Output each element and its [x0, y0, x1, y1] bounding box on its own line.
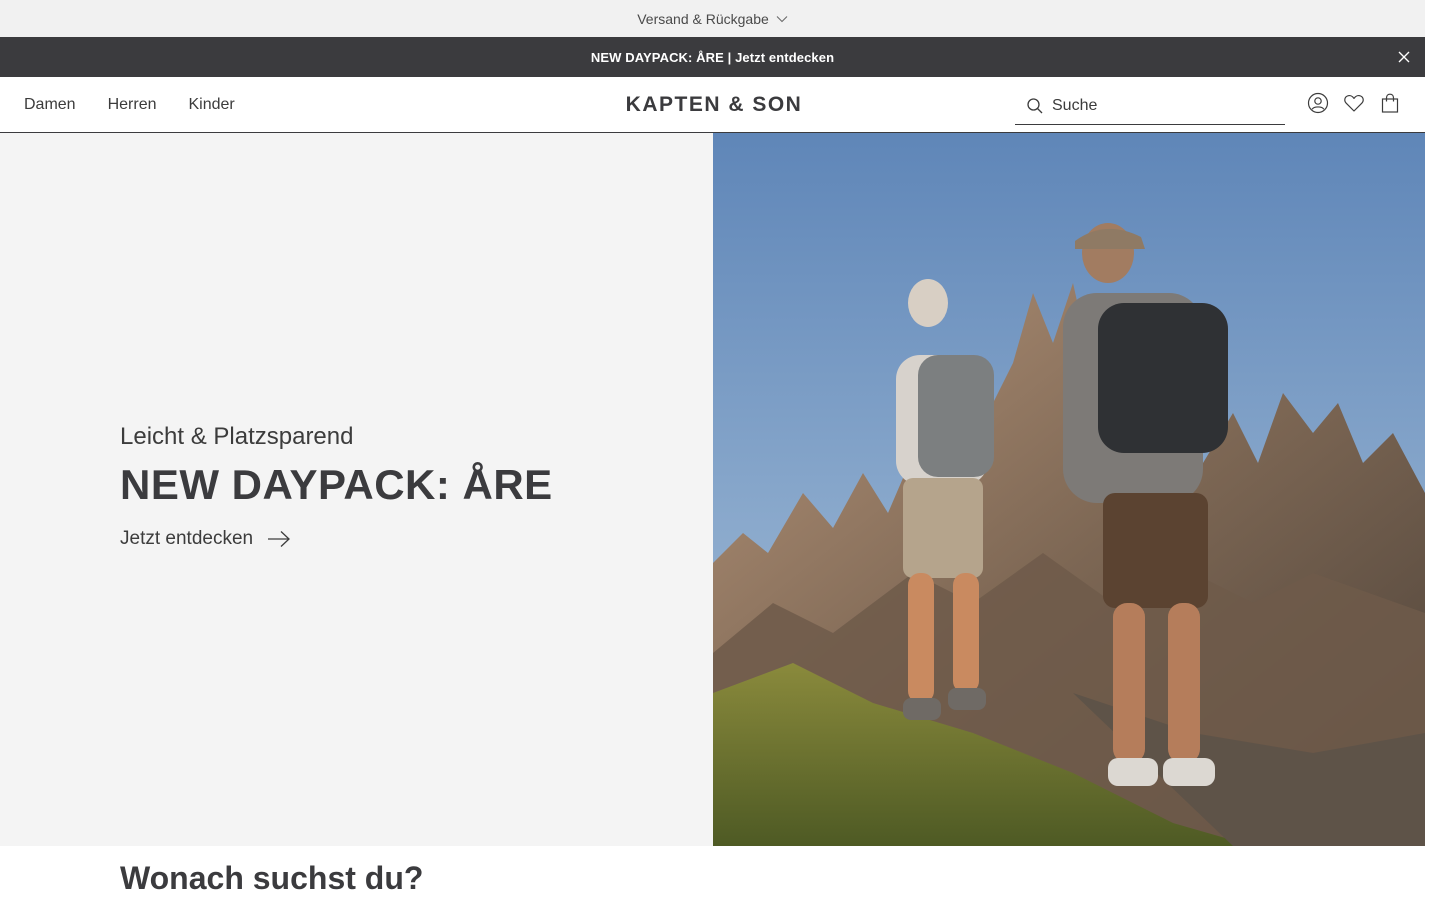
- top-utility-bar: Versand & Rückgabe: [0, 0, 1425, 37]
- wishlist-heart-icon: [1344, 95, 1364, 112]
- nav-item-herren[interactable]: Herren: [108, 96, 157, 114]
- nav-item-kinder[interactable]: Kinder: [188, 96, 234, 114]
- arrow-right-icon: [268, 531, 291, 547]
- section-title: Wonach suchst du?: [120, 860, 424, 896]
- hero-cta-link[interactable]: Jetzt entdecken: [120, 528, 291, 550]
- search-icon[interactable]: [1026, 97, 1044, 115]
- search-input[interactable]: [1052, 96, 1272, 115]
- main-nav: Damen Herren Kinder: [24, 77, 235, 132]
- hikers-mountain-photo: [713, 133, 1425, 846]
- hero-cta-label: Jetzt entdecken: [120, 528, 254, 549]
- header-actions: [1307, 92, 1401, 114]
- hero-text-panel: Leicht & Platzsparend NEW DAYPACK: ÅRE J…: [0, 133, 713, 846]
- promo-bar: NEW DAYPACK: ÅRE | Jetzt entdecken: [0, 37, 1425, 77]
- shipping-returns-label: Versand & Rückgabe: [637, 10, 769, 27]
- wishlist-button[interactable]: [1343, 92, 1365, 114]
- account-button[interactable]: [1307, 92, 1329, 114]
- hero-subtitle: Leicht & Platzsparend: [120, 423, 354, 450]
- hero-title: NEW DAYPACK: ÅRE: [120, 461, 553, 508]
- promo-link[interactable]: NEW DAYPACK: ÅRE | Jetzt entdecken: [591, 50, 834, 65]
- nav-item-damen[interactable]: Damen: [24, 96, 76, 114]
- hero-banner: Leicht & Platzsparend NEW DAYPACK: ÅRE J…: [0, 133, 1425, 846]
- account-icon: [1307, 92, 1329, 114]
- shipping-returns-toggle[interactable]: Versand & Rückgabe: [637, 11, 788, 27]
- hero-image[interactable]: [713, 133, 1425, 846]
- cart-button[interactable]: [1379, 92, 1401, 114]
- site-header: Damen Herren Kinder KAPTEN & SON: [0, 77, 1425, 133]
- brand-logo[interactable]: KAPTEN & SON: [612, 91, 816, 119]
- scrollbar-gutter: [1425, 0, 1440, 900]
- close-icon[interactable]: [1397, 50, 1411, 64]
- chevron-down-icon: [776, 15, 788, 22]
- shopping-bag-icon: [1381, 93, 1399, 113]
- search-bar: [1015, 87, 1285, 125]
